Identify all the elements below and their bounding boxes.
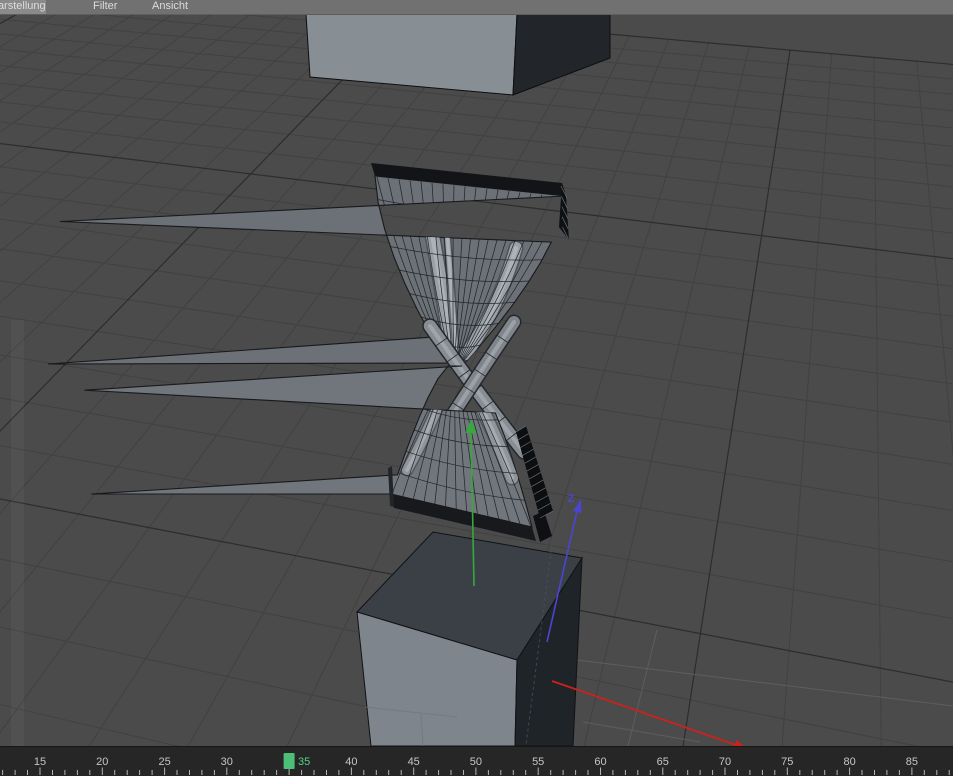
frame-label: 70 — [719, 756, 731, 768]
z-axis-label: Z — [568, 493, 575, 505]
frame-label: 55 — [532, 756, 544, 768]
frame-label: 80 — [843, 756, 855, 768]
timeline-ruler-svg[interactable]: 15 20 25 30 40 45 50 55 60 65 70 75 80 85 35 — [0, 746, 953, 776]
current-frame-marker[interactable] — [283, 753, 295, 769]
viewport-menu-bar: Darstellung Filter Ansicht — [0, 0, 953, 15]
cube-top-front-face[interactable] — [305, 15, 518, 96]
frame-label: 25 — [158, 756, 170, 768]
application-window: Darstellung Filter Ansicht — [0, 0, 953, 776]
frame-label: 75 — [781, 756, 793, 768]
menu-item-filter[interactable]: Filter — [93, 0, 117, 14]
frame-label: 15 — [34, 756, 46, 768]
timeline-ruler[interactable]: 15 20 25 30 40 45 50 55 60 65 70 75 80 85 35 — [0, 746, 953, 776]
frame-label: 45 — [408, 756, 420, 768]
frame-label: 30 — [221, 756, 233, 768]
frame-label: 85 — [906, 756, 918, 768]
menu-item-darstellung[interactable]: Darstellung — [0, 0, 46, 14]
menu-item-ansicht[interactable]: Ansicht — [152, 0, 188, 14]
frame-label: 50 — [470, 756, 482, 768]
cube-top-side-face[interactable] — [512, 15, 611, 96]
frame-label: 65 — [657, 756, 669, 768]
viewport-3d[interactable]: Z — [0, 15, 953, 746]
frame-label: 20 — [96, 756, 108, 768]
frame-label: 40 — [345, 756, 357, 768]
current-frame-label: 35 — [298, 756, 310, 768]
scene-svg[interactable]: Z — [0, 15, 953, 746]
cube-top[interactable] — [305, 15, 611, 96]
twisted-box[interactable] — [47, 163, 569, 542]
frame-label: 60 — [594, 756, 606, 768]
